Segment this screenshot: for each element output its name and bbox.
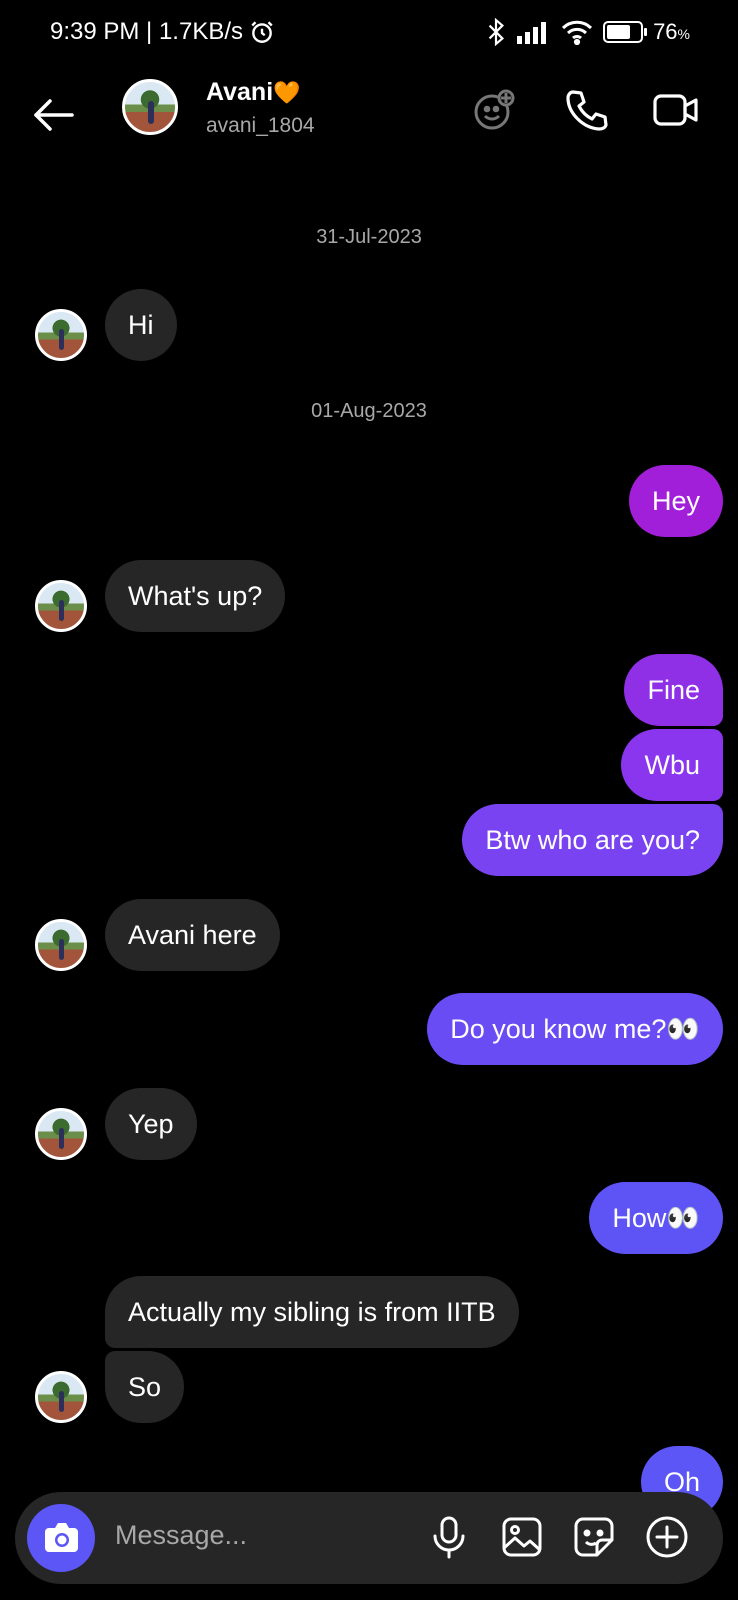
microphone-icon[interactable] (426, 1514, 472, 1560)
message-composer: Message... (15, 1492, 723, 1584)
camera-icon (45, 1523, 78, 1552)
battery-icon (603, 21, 648, 43)
bluetooth-icon (488, 18, 505, 46)
message-bubble-outgoing[interactable]: Btw who are you? (462, 804, 723, 876)
sticker-icon[interactable] (571, 1514, 617, 1560)
wifi-icon (562, 20, 593, 45)
chat-screen: 9:39 PM | 1.7KB/s 76% Avani🧡 avani_1804 … (0, 0, 738, 1600)
message-bubble-incoming[interactable]: Yep (105, 1088, 197, 1160)
message-bubble-incoming[interactable]: Actually my sibling is from IITB (105, 1276, 519, 1348)
sender-avatar[interactable] (35, 1108, 87, 1160)
status-bar: 9:39 PM | 1.7KB/s 76% (0, 0, 738, 70)
signal-icon (517, 22, 547, 44)
status-left: 9:39 PM | 1.7KB/s (50, 18, 275, 46)
message-input[interactable]: Message... (115, 1520, 247, 1551)
battery-percent: 76% (653, 19, 690, 45)
battery-unit: % (677, 26, 690, 42)
battery-fill (607, 25, 631, 39)
status-right: 76% (485, 18, 690, 46)
sender-avatar[interactable] (35, 309, 87, 361)
sender-avatar[interactable] (35, 919, 87, 971)
effects-icon[interactable] (470, 86, 518, 134)
message-bubble-incoming[interactable]: Avani here (105, 899, 280, 971)
contact-username[interactable]: avani_1804 (206, 114, 315, 138)
battery-value: 76 (653, 19, 678, 44)
add-icon[interactable] (644, 1514, 690, 1560)
message-bubble-outgoing[interactable]: How👀 (589, 1182, 723, 1254)
chat-header: Avani🧡 avani_1804 (0, 70, 738, 190)
sender-avatar[interactable] (35, 580, 87, 632)
message-bubble-incoming[interactable]: Hi (105, 289, 177, 361)
alarm-icon (251, 21, 273, 43)
date-separator: 31-Jul-2023 (316, 226, 422, 248)
contact-name-text: Avani (206, 78, 274, 106)
message-bubble-outgoing[interactable]: Hey (628, 465, 723, 537)
heart-emoji: 🧡 (273, 80, 301, 105)
date-separator: 01-Aug-2023 (311, 400, 427, 422)
message-bubble-outgoing[interactable]: Wbu (621, 729, 723, 801)
status-time: 9:39 PM | 1.7KB/s (50, 18, 243, 45)
message-bubble-incoming[interactable]: So (105, 1351, 185, 1423)
camera-button[interactable] (27, 1504, 95, 1572)
video-icon[interactable] (652, 86, 700, 134)
phone-icon[interactable] (562, 86, 610, 134)
gallery-icon[interactable] (499, 1514, 545, 1560)
message-bubble-outgoing[interactable]: Do you know me?👀 (427, 993, 723, 1065)
message-bubble-outgoing[interactable]: Fine (624, 654, 723, 726)
back-arrow-icon[interactable] (28, 90, 78, 140)
sender-avatar[interactable] (35, 1371, 87, 1423)
contact-name[interactable]: Avani🧡 (206, 78, 301, 107)
message-bubble-incoming[interactable]: What's up? (105, 560, 286, 632)
header-avatar[interactable] (122, 79, 178, 135)
